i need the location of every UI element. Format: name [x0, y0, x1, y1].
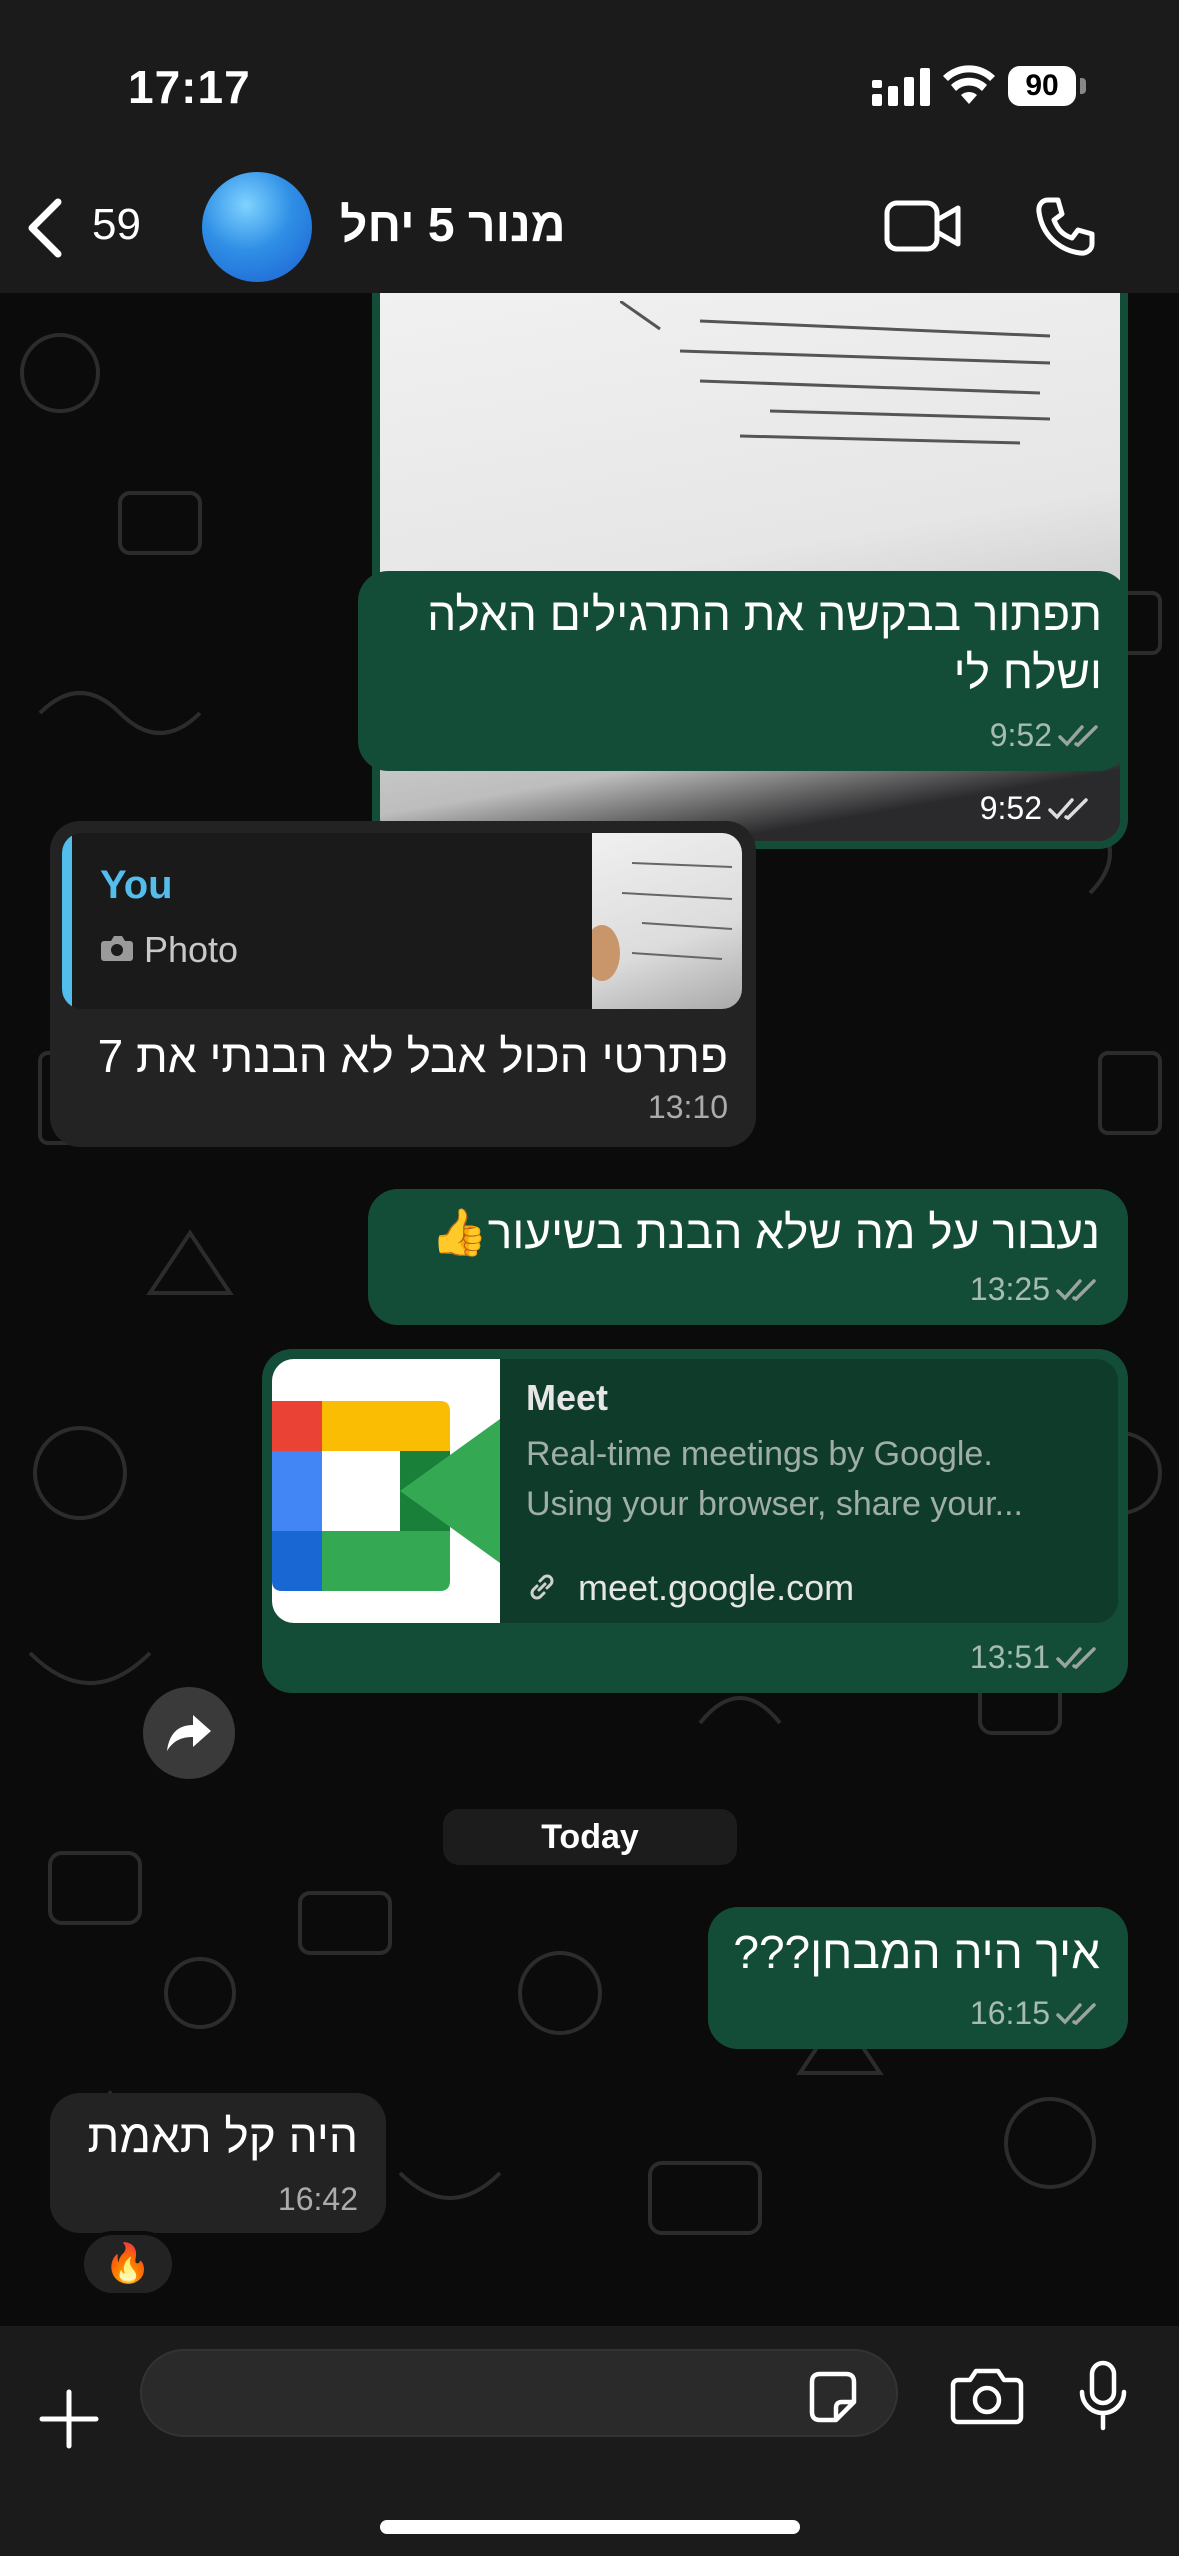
message-text: נעבור על מה שלא הבנת בשיעור👍 [390, 1203, 1100, 1261]
message-time: 9:52 [979, 790, 1042, 826]
message-meta: 13:25 [970, 1271, 1100, 1308]
phone-icon[interactable] [1034, 196, 1096, 258]
wifi-icon [943, 65, 995, 104]
message-time: 16:15 [969, 1995, 1050, 2031]
contact-name[interactable]: מנור 5 יחל [340, 198, 566, 253]
double-check-icon [1056, 2002, 1096, 2025]
message-text: תפתור בבקשה את התרגילים האלה ושלח לי [427, 588, 1102, 698]
message-text: איך היה המבחן??? [733, 1926, 1100, 1978]
thumbs-up-emoji: 👍 [430, 1206, 488, 1258]
status-bar: 17:17 90 [0, 0, 1179, 160]
video-camera-icon[interactable] [884, 198, 962, 254]
message-time: 13:25 [969, 1271, 1050, 1307]
quote-author: You [100, 863, 173, 907]
worksheet-text-lines [620, 301, 1051, 445]
quote-accent-bar [62, 833, 72, 1009]
incoming-message[interactable]: You Photo פתרטי הכול אבל לא הבנתי את 7 1… [50, 821, 756, 1147]
forward-icon [167, 1715, 211, 1751]
message-time: 16:42 [277, 2181, 358, 2217]
camera-icon [101, 936, 133, 961]
battery-indicator: 90 [1008, 66, 1076, 106]
forward-button[interactable] [143, 1687, 235, 1779]
incoming-message[interactable]: היה קל תאמת 16:42 [50, 2093, 386, 2233]
message-time: 13:51 [969, 1639, 1050, 1675]
microphone-icon[interactable] [1078, 2360, 1128, 2432]
sticker-icon[interactable] [804, 2368, 862, 2426]
message-meta: 13:10 [648, 1089, 728, 1126]
message-meta: 9:52 [980, 790, 1092, 827]
message-meta: 9:52 [990, 717, 1102, 754]
message-meta: 16:15 [970, 1995, 1100, 2032]
message-meta: 13:51 [970, 1639, 1100, 1676]
avatar[interactable] [202, 172, 312, 282]
chevron-left-icon[interactable] [22, 198, 66, 258]
home-indicator[interactable] [380, 2520, 800, 2534]
link-thumbnail [272, 1359, 500, 1623]
chat-header: 59 מנור 5 יחל [0, 160, 1179, 293]
unread-count[interactable]: 59 [92, 200, 141, 250]
quote-thumbnail [584, 833, 742, 1009]
camera-icon[interactable] [950, 2366, 1024, 2426]
date-divider: Today [443, 1809, 737, 1865]
reaction-fire[interactable]: 🔥 [80, 2231, 176, 2297]
message-input[interactable] [140, 2349, 898, 2437]
message-text: פתרטי הכול אבל לא הבנתי את 7 [97, 1030, 728, 1082]
double-check-icon [1056, 1278, 1096, 1301]
double-check-icon [1058, 724, 1098, 747]
link-url[interactable]: meet.google.com [578, 1567, 854, 1609]
composer-bar [0, 2326, 1179, 2556]
outgoing-message[interactable]: איך היה המבחן??? 16:15 [708, 1907, 1128, 2049]
link-icon [530, 1574, 554, 1600]
message-time: 13:10 [647, 1089, 728, 1125]
link-description-line-1: Real-time meetings by Google. [526, 1435, 993, 1473]
link-description-line-2: Using your browser, share your... [526, 1485, 1024, 1523]
double-check-icon [1048, 797, 1088, 820]
message-time: 9:52 [989, 717, 1052, 753]
message-text: היה קל תאמת [87, 2110, 358, 2162]
chat-area[interactable]: 9:52 תפתור בבקשה את התרגילים האלה ושלח ל… [0, 293, 1179, 2326]
link-description: Real-time meetings by Google. Using your… [526, 1429, 1023, 1529]
outgoing-message[interactable]: תפתור בבקשה את התרגילים האלה ושלח לי 9:5… [358, 571, 1128, 771]
battery-tip [1080, 78, 1086, 94]
quote-type: Photo [144, 929, 239, 970]
status-time: 17:17 [128, 61, 251, 113]
message-meta: 16:42 [278, 2181, 358, 2218]
link-message[interactable]: Meet Real-time meetings by Google. Using… [262, 1349, 1128, 1693]
quoted-message[interactable]: You Photo [62, 833, 742, 1009]
outgoing-message[interactable]: נעבור על מה שלא הבנת בשיעור👍 13:25 [368, 1189, 1128, 1325]
link-preview-card[interactable]: Meet Real-time meetings by Google. Using… [272, 1359, 1118, 1623]
plus-icon[interactable] [38, 2388, 100, 2450]
signal-icon [872, 68, 930, 106]
double-check-icon [1056, 1646, 1096, 1669]
message-body: נעבור על מה שלא הבנת בשיעור [487, 1206, 1100, 1258]
link-title: Meet [526, 1377, 609, 1418]
google-meet-logo [272, 1401, 500, 1591]
thumbnail-lines [584, 862, 733, 981]
